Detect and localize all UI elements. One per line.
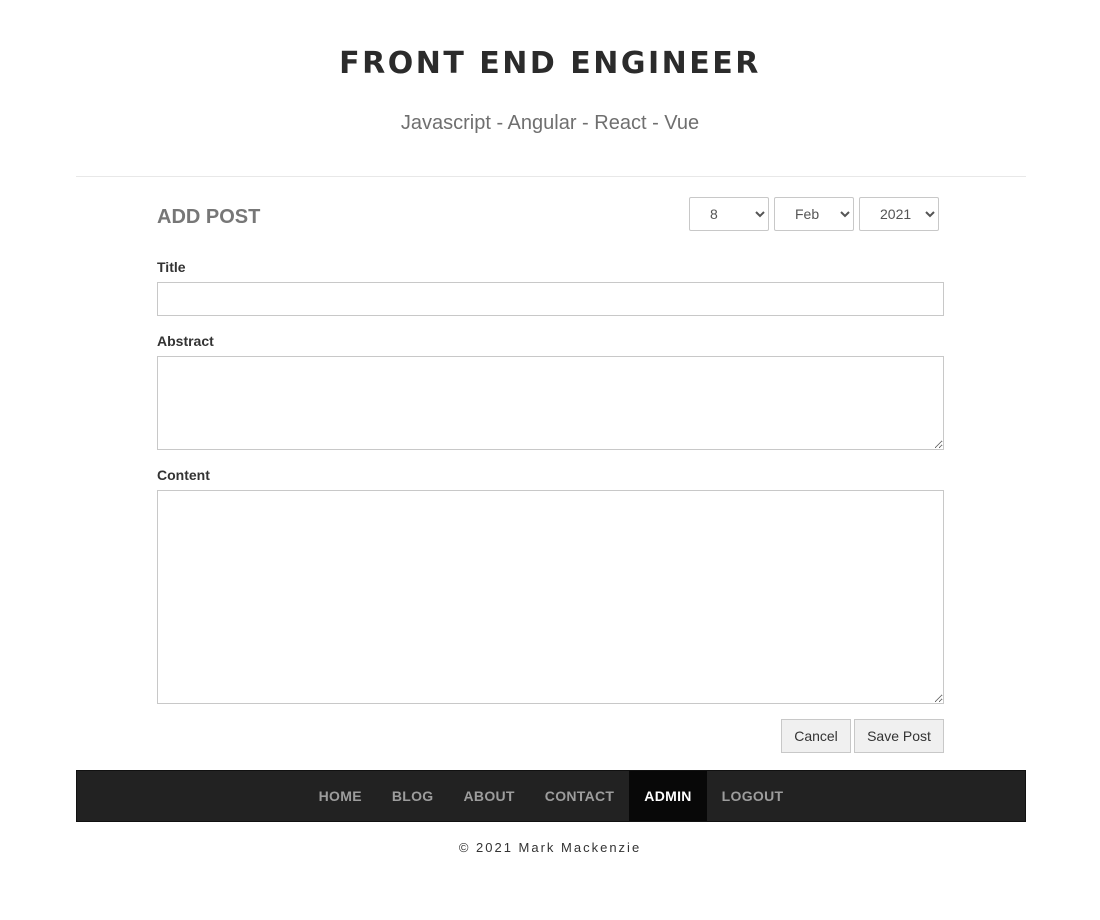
- copyright: © 2021 Mark Mackenzie: [458, 840, 642, 855]
- nav-item-blog[interactable]: BLOG: [377, 771, 449, 821]
- abstract-label: Abstract: [157, 333, 214, 349]
- title-input[interactable]: [157, 282, 944, 316]
- nav-item-admin[interactable]: ADMIN: [629, 771, 707, 821]
- form-heading: ADD POST: [157, 206, 261, 228]
- save-post-button[interactable]: Save Post: [854, 719, 944, 753]
- header-divider: [76, 176, 1026, 177]
- cancel-button[interactable]: Cancel: [781, 719, 851, 753]
- site-title: FRONT END ENGINEER: [339, 46, 761, 81]
- site-subtitle: Javascript - Angular - React - Vue: [400, 112, 700, 134]
- title-label: Title: [157, 259, 186, 275]
- abstract-textarea[interactable]: [157, 356, 944, 450]
- nav-item-home[interactable]: HOME: [304, 771, 377, 821]
- nav-item-logout[interactable]: LOGOUT: [707, 771, 799, 821]
- content-textarea[interactable]: [157, 490, 944, 704]
- day-select[interactable]: 8: [689, 197, 769, 231]
- nav-item-contact[interactable]: CONTACT: [530, 771, 630, 821]
- content-label: Content: [157, 467, 210, 483]
- year-select[interactable]: 2021: [859, 197, 939, 231]
- nav-item-about[interactable]: ABOUT: [449, 771, 530, 821]
- main-nav: HOME BLOG ABOUT CONTACT ADMIN LOGOUT: [76, 770, 1026, 822]
- month-select[interactable]: Feb: [774, 197, 854, 231]
